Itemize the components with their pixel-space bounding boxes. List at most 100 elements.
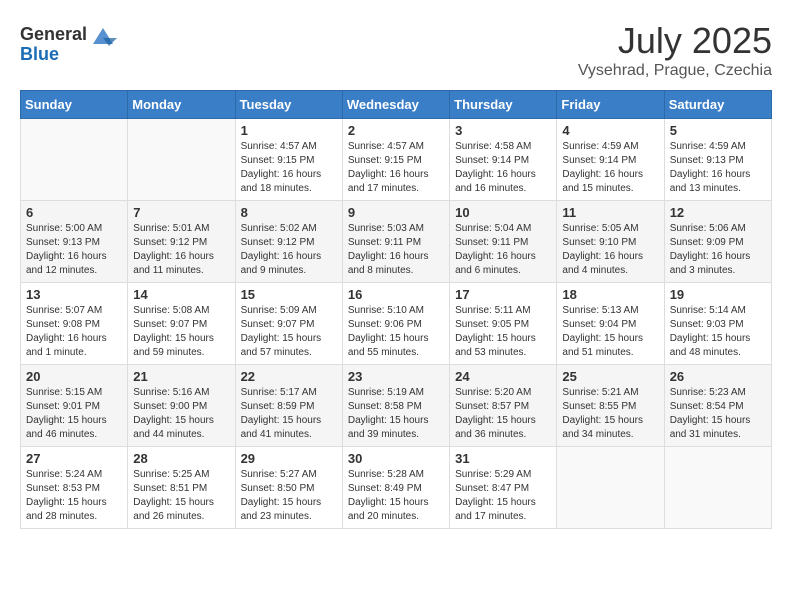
calendar-day-cell: 22 Sunrise: 5:17 AM Sunset: 8:59 PM Dayli…	[235, 365, 342, 447]
day-header-monday: Monday	[128, 91, 235, 119]
day-number: 21	[133, 369, 229, 384]
day-number: 19	[670, 287, 766, 302]
day-header-saturday: Saturday	[664, 91, 771, 119]
day-number: 2	[348, 123, 444, 138]
day-number: 27	[26, 451, 122, 466]
day-number: 3	[455, 123, 551, 138]
day-info: Sunrise: 5:11 AM Sunset: 9:05 PM Dayligh…	[455, 304, 551, 360]
day-info: Sunrise: 4:58 AM Sunset: 9:14 PM Dayligh…	[455, 140, 551, 196]
calendar-day-cell: 30Sunrise: 5:28 AM Sunset: 8:49 PM Dayli…	[342, 447, 449, 529]
calendar-day-cell: 8 Sunrise: 5:02 AM Sunset: 9:12 PM Daylig…	[235, 201, 342, 283]
day-number: 1	[241, 123, 337, 138]
calendar-day-cell	[21, 119, 128, 201]
day-number: 24	[455, 369, 551, 384]
calendar-day-cell: 4 Sunrise: 4:59 AM Sunset: 9:14 PM Daylig…	[557, 119, 664, 201]
day-info: Sunrise: 4:59 AM Sunset: 9:13 PM Dayligh…	[670, 140, 766, 196]
calendar-week-row: 27 Sunrise: 5:24 AM Sunset: 8:53 PM Dayli…	[21, 447, 772, 529]
calendar-day-cell: 7 Sunrise: 5:01 AM Sunset: 9:12 PM Daylig…	[128, 201, 235, 283]
day-info: Sunrise: 5:02 AM Sunset: 9:12 PM Dayligh…	[241, 222, 337, 278]
calendar-table: SundayMondayTuesdayWednesdayThursdayFrid…	[20, 90, 772, 529]
page-header: General Blue July 2025 Vysehrad, Prague,…	[20, 20, 772, 80]
day-header-thursday: Thursday	[450, 91, 557, 119]
day-number: 14	[133, 287, 229, 302]
calendar-day-cell: 24 Sunrise: 5:20 AM Sunset: 8:57 PM Dayli…	[450, 365, 557, 447]
day-number: 9	[348, 205, 444, 220]
day-info: Sunrise: 4:57 AM Sunset: 9:15 PM Dayligh…	[348, 140, 444, 196]
calendar-day-cell: 25 Sunrise: 5:21 AM Sunset: 8:55 PM Dayli…	[557, 365, 664, 447]
logo-blue: Blue	[20, 44, 59, 65]
month-title: July 2025	[578, 20, 772, 62]
day-number: 25	[562, 369, 658, 384]
day-number: 16	[348, 287, 444, 302]
day-header-sunday: Sunday	[21, 91, 128, 119]
calendar-day-cell: 15 Sunrise: 5:09 AM Sunset: 9:07 PM Dayli…	[235, 283, 342, 365]
day-number: 29	[241, 451, 337, 466]
calendar-day-cell	[664, 447, 771, 529]
day-number: 26	[670, 369, 766, 384]
day-header-tuesday: Tuesday	[235, 91, 342, 119]
calendar-day-cell: 18 Sunrise: 5:13 AM Sunset: 9:04 PM Dayli…	[557, 283, 664, 365]
day-number: 4	[562, 123, 658, 138]
calendar-day-cell: 16 Sunrise: 5:10 AM Sunset: 9:06 PM Dayli…	[342, 283, 449, 365]
calendar-day-cell: 17 Sunrise: 5:11 AM Sunset: 9:05 PM Dayli…	[450, 283, 557, 365]
day-info: Sunrise: 5:06 AM Sunset: 9:09 PM Dayligh…	[670, 222, 766, 278]
calendar-week-row: 20 Sunrise: 5:15 AM Sunset: 9:01 PM Dayli…	[21, 365, 772, 447]
location-title: Vysehrad, Prague, Czechia	[578, 62, 772, 80]
day-header-friday: Friday	[557, 91, 664, 119]
logo-general: General	[20, 24, 87, 45]
day-number: 7	[133, 205, 229, 220]
day-info: Sunrise: 5:29 AM Sunset: 8:47 PM Dayligh…	[455, 468, 551, 524]
calendar-day-cell: 12 Sunrise: 5:06 AM Sunset: 9:09 PM Dayli…	[664, 201, 771, 283]
day-info: Sunrise: 5:00 AM Sunset: 9:13 PM Dayligh…	[26, 222, 122, 278]
day-number: 18	[562, 287, 658, 302]
day-number: 8	[241, 205, 337, 220]
calendar-day-cell: 20 Sunrise: 5:15 AM Sunset: 9:01 PM Dayli…	[21, 365, 128, 447]
calendar-day-cell: 21 Sunrise: 5:16 AM Sunset: 9:00 PM Dayli…	[128, 365, 235, 447]
calendar-day-cell: 2 Sunrise: 4:57 AM Sunset: 9:15 PM Daylig…	[342, 119, 449, 201]
day-number: 28	[133, 451, 229, 466]
calendar-day-cell: 6 Sunrise: 5:00 AM Sunset: 9:13 PM Daylig…	[21, 201, 128, 283]
day-number: 22	[241, 369, 337, 384]
calendar-day-cell: 11Sunrise: 5:05 AM Sunset: 9:10 PM Dayli…	[557, 201, 664, 283]
day-number: 15	[241, 287, 337, 302]
day-info: Sunrise: 4:59 AM Sunset: 9:14 PM Dayligh…	[562, 140, 658, 196]
day-number: 6	[26, 205, 122, 220]
day-info: Sunrise: 5:20 AM Sunset: 8:57 PM Dayligh…	[455, 386, 551, 442]
day-number: 11	[562, 205, 658, 220]
day-info: Sunrise: 5:27 AM Sunset: 8:50 PM Dayligh…	[241, 468, 337, 524]
calendar-header-row: SundayMondayTuesdayWednesdayThursdayFrid…	[21, 91, 772, 119]
calendar-week-row: 13 Sunrise: 5:07 AM Sunset: 9:08 PM Dayli…	[21, 283, 772, 365]
day-number: 23	[348, 369, 444, 384]
day-info: Sunrise: 5:10 AM Sunset: 9:06 PM Dayligh…	[348, 304, 444, 360]
day-info: Sunrise: 5:04 AM Sunset: 9:11 PM Dayligh…	[455, 222, 551, 278]
calendar-day-cell: 23 Sunrise: 5:19 AM Sunset: 8:58 PM Dayli…	[342, 365, 449, 447]
calendar-day-cell: 3 Sunrise: 4:58 AM Sunset: 9:14 PM Daylig…	[450, 119, 557, 201]
day-number: 5	[670, 123, 766, 138]
day-info: Sunrise: 5:09 AM Sunset: 9:07 PM Dayligh…	[241, 304, 337, 360]
calendar-day-cell: 29 Sunrise: 5:27 AM Sunset: 8:50 PM Dayli…	[235, 447, 342, 529]
day-info: Sunrise: 5:24 AM Sunset: 8:53 PM Dayligh…	[26, 468, 122, 524]
day-info: Sunrise: 5:14 AM Sunset: 9:03 PM Dayligh…	[670, 304, 766, 360]
day-info: Sunrise: 5:01 AM Sunset: 9:12 PM Dayligh…	[133, 222, 229, 278]
logo: General Blue	[20, 20, 117, 65]
day-number: 12	[670, 205, 766, 220]
day-info: Sunrise: 4:57 AM Sunset: 9:15 PM Dayligh…	[241, 140, 337, 196]
calendar-day-cell	[557, 447, 664, 529]
day-number: 20	[26, 369, 122, 384]
day-info: Sunrise: 5:23 AM Sunset: 8:54 PM Dayligh…	[670, 386, 766, 442]
day-info: Sunrise: 5:07 AM Sunset: 9:08 PM Dayligh…	[26, 304, 122, 360]
calendar-day-cell: 5 Sunrise: 4:59 AM Sunset: 9:13 PM Daylig…	[664, 119, 771, 201]
calendar-day-cell: 13 Sunrise: 5:07 AM Sunset: 9:08 PM Dayli…	[21, 283, 128, 365]
calendar-day-cell: 10Sunrise: 5:04 AM Sunset: 9:11 PM Dayli…	[450, 201, 557, 283]
day-number: 30	[348, 451, 444, 466]
day-info: Sunrise: 5:16 AM Sunset: 9:00 PM Dayligh…	[133, 386, 229, 442]
day-info: Sunrise: 5:13 AM Sunset: 9:04 PM Dayligh…	[562, 304, 658, 360]
calendar-week-row: 1 Sunrise: 4:57 AM Sunset: 9:15 PM Daylig…	[21, 119, 772, 201]
day-info: Sunrise: 5:17 AM Sunset: 8:59 PM Dayligh…	[241, 386, 337, 442]
day-header-wednesday: Wednesday	[342, 91, 449, 119]
day-info: Sunrise: 5:21 AM Sunset: 8:55 PM Dayligh…	[562, 386, 658, 442]
day-info: Sunrise: 5:19 AM Sunset: 8:58 PM Dayligh…	[348, 386, 444, 442]
day-info: Sunrise: 5:15 AM Sunset: 9:01 PM Dayligh…	[26, 386, 122, 442]
day-number: 13	[26, 287, 122, 302]
day-number: 17	[455, 287, 551, 302]
